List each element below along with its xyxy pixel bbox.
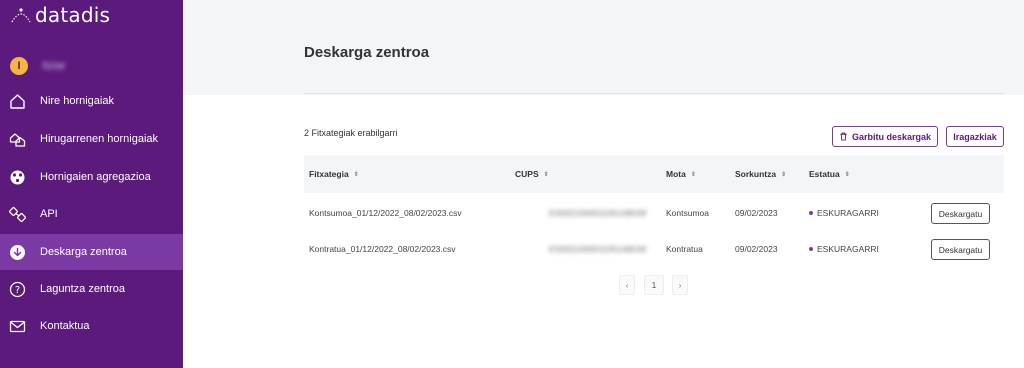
sidebar-item-label: Laguntza zentroa <box>40 283 126 295</box>
status-dot-icon <box>809 211 813 215</box>
page-title: Deskarga zentroa <box>304 44 430 61</box>
sidebar-item-deskarga-zentroa[interactable]: Deskarga zentroa <box>0 234 183 270</box>
sort-icon: ⇕ <box>690 171 696 178</box>
sidebar: datadis I Itziar Nire hornigaiak Hirugar… <box>0 0 183 368</box>
third-party-home-icon <box>9 131 26 148</box>
status-cell: ESKURAGARRI <box>809 195 879 231</box>
table-row: Kontratua_01/12/2022_08/02/2023.csv ES00… <box>304 231 1004 267</box>
svg-text:?: ? <box>15 285 20 296</box>
clear-downloads-button[interactable]: Garbitu deskargak <box>832 126 938 147</box>
table-row: Kontsumoa_01/12/2022_08/02/2023.csv ES00… <box>304 195 1004 231</box>
download-button[interactable]: Deskargatu <box>931 203 990 224</box>
cups-cell: ES0021000011051ABGM <box>549 208 647 218</box>
pagination-prev-button[interactable]: ‹ <box>619 275 635 295</box>
sidebar-item-laguntza-zentroa[interactable]: ? Laguntza zentroa <box>0 271 183 307</box>
file-name-cell: Kontratua_01/12/2022_08/02/2023.csv <box>309 244 456 254</box>
file-name-cell: Kontsumoa_01/12/2022_08/02/2023.csv <box>309 208 462 218</box>
sidebar-item-nire-hornigaiak[interactable]: Nire hornigaiak <box>0 83 183 119</box>
logo-text: datadis <box>35 3 111 27</box>
sidebar-item-label: Hornigaien agregazioa <box>40 171 151 183</box>
sort-icon: ⇕ <box>781 171 787 178</box>
aggregation-icon <box>9 169 26 186</box>
cups-cell: ES0021000011051ABGM <box>549 244 647 254</box>
type-cell: Kontsumoa <box>666 208 709 218</box>
api-link-icon <box>9 206 26 223</box>
header-divider <box>304 93 1004 94</box>
datadis-logo[interactable]: datadis <box>10 2 110 28</box>
trash-icon <box>840 132 847 141</box>
status-badge: ESKURAGARRI <box>817 208 879 218</box>
sort-icon: ⇕ <box>844 171 850 178</box>
column-header-sorkuntza[interactable]: Sorkuntza ⇕ <box>735 155 786 193</box>
column-header-estatua[interactable]: Estatua ⇕ <box>809 155 850 193</box>
user-name: Itziar <box>42 60 66 72</box>
sort-icon: ⇕ <box>543 171 549 178</box>
avatar: I <box>10 57 28 75</box>
column-header-mota[interactable]: Mota ⇕ <box>666 155 696 193</box>
files-count: 2 Fitxategiak erabilgarri <box>304 128 398 138</box>
mail-icon <box>9 318 26 335</box>
status-badge: ESKURAGARRI <box>817 244 879 254</box>
table-header: Fitxategia ⇕ CUPS ⇕ Mota ⇕ Sorkuntza ⇕ Estat… <box>304 155 1004 193</box>
filters-button[interactable]: Iragazkiak <box>946 126 1004 147</box>
created-cell: 09/02/2023 <box>735 208 778 218</box>
type-cell: Kontratua <box>666 244 703 254</box>
status-dot-icon <box>809 247 813 251</box>
pagination-next-button[interactable]: › <box>672 275 688 295</box>
sidebar-item-label: Deskarga zentroa <box>40 246 127 258</box>
sidebar-item-label: Hirugarrenen hornigaiak <box>40 133 159 145</box>
help-icon: ? <box>9 281 26 298</box>
sidebar-item-hornigaien-agregazioa[interactable]: Hornigaien agregazioa <box>0 159 183 195</box>
sidebar-item-label: Nire hornigaiak <box>40 95 114 107</box>
status-cell: ESKURAGARRI <box>809 231 879 267</box>
sort-icon: ⇕ <box>353 171 359 178</box>
sidebar-item-label: API <box>40 208 58 220</box>
download-button[interactable]: Deskargatu <box>931 239 990 260</box>
sidebar-item-kontaktua[interactable]: Kontaktua <box>0 308 183 344</box>
user-profile[interactable]: I Itziar <box>10 55 66 77</box>
clear-downloads-label: Garbitu deskargak <box>851 131 932 142</box>
sidebar-item-api[interactable]: API <box>0 196 183 232</box>
sidebar-item-hirugarrenen-hornigaiak[interactable]: Hirugarrenen hornigaiak <box>0 121 183 157</box>
logo-arc-icon <box>11 8 31 23</box>
download-icon <box>9 244 26 261</box>
column-header-fitxategia[interactable]: Fitxategia ⇕ <box>309 155 359 193</box>
column-header-cups[interactable]: CUPS ⇕ <box>515 155 549 193</box>
home-icon <box>9 93 26 110</box>
created-cell: 09/02/2023 <box>735 244 778 254</box>
pagination-page-1[interactable]: 1 <box>644 275 664 295</box>
sidebar-item-label: Kontaktua <box>40 320 90 332</box>
